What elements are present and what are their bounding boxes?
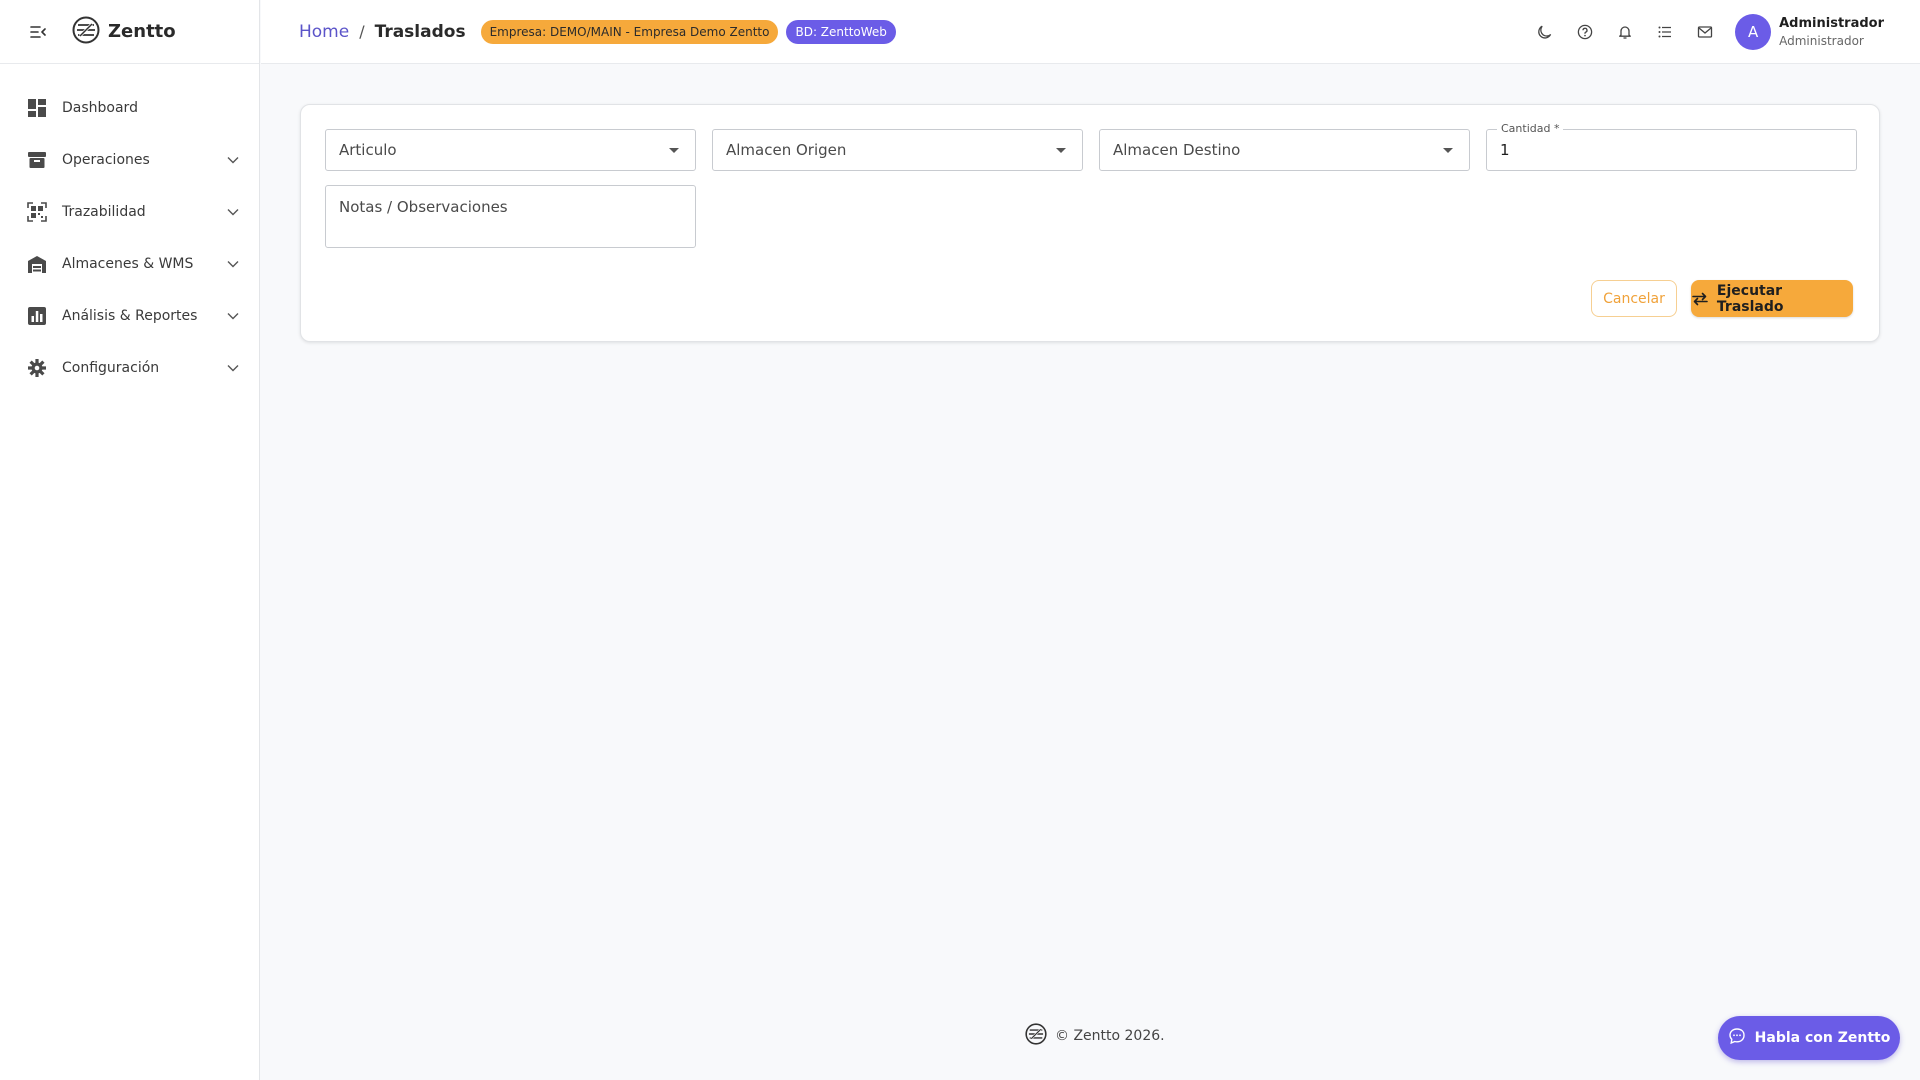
warehouse-icon <box>26 253 48 275</box>
user-name: Administrador <box>1779 16 1884 31</box>
footer: © Zentto 2026. <box>1025 1023 1165 1049</box>
cantidad-field[interactable]: Cantidad * 1 <box>1486 122 1857 171</box>
zentto-logo-icon <box>1025 1023 1047 1049</box>
chevron-down-icon <box>225 152 241 168</box>
bar-chart-icon <box>26 305 48 327</box>
user-role: Administrador <box>1779 34 1864 48</box>
sidebar-item-configuracion[interactable]: Configuración <box>0 342 259 394</box>
list-icon[interactable] <box>1645 12 1685 52</box>
collapse-menu-icon[interactable] <box>28 22 48 42</box>
sidebar-item-almacenes[interactable]: Almacenes & WMS <box>0 238 259 290</box>
chat-button[interactable]: Habla con Zentto <box>1718 1016 1900 1060</box>
almacen-origen-select[interactable]: Almacen Origen <box>712 129 1083 171</box>
cancel-button[interactable]: Cancelar <box>1591 280 1677 317</box>
cantidad-label: Cantidad * <box>1497 122 1564 135</box>
gear-icon <box>26 357 48 379</box>
cantidad-value: 1 <box>1500 141 1510 159</box>
dropdown-arrow-icon <box>1443 147 1453 153</box>
brand-logo[interactable]: Zentto <box>72 16 176 48</box>
sidebar-nav: Dashboard Operaciones Trazabilidad Almac… <box>0 64 259 394</box>
transfer-form-card: Articulo Almacen Origen Almacen Destino … <box>300 104 1880 342</box>
dropdown-arrow-icon <box>669 147 679 153</box>
sidebar-item-label: Configuración <box>62 360 160 376</box>
sidebar-item-label: Almacenes & WMS <box>62 256 194 272</box>
sidebar-item-dashboard[interactable]: Dashboard <box>0 82 259 134</box>
archive-box-icon <box>26 149 48 171</box>
sidebar: Zentto Dashboard Operaciones Trazabilida… <box>0 0 260 1080</box>
page-title: Traslados <box>374 21 466 42</box>
sidebar-item-trazabilidad[interactable]: Trazabilidad <box>0 186 259 238</box>
top-actions: A Administrador Administrador <box>1525 0 1920 64</box>
dropdown-arrow-icon <box>1056 147 1066 153</box>
app-name: Zentto <box>108 21 176 42</box>
execute-transfer-button[interactable]: Ejecutar Traslado <box>1691 280 1853 317</box>
mail-icon[interactable] <box>1685 12 1725 52</box>
chevron-down-icon <box>225 360 241 376</box>
database-badge: BD: ZenttoWeb <box>786 19 896 44</box>
almacen-origen-label: Almacen Origen <box>726 141 847 159</box>
footer-copyright: © Zentto 2026. <box>1055 1028 1165 1044</box>
bell-icon[interactable] <box>1605 12 1645 52</box>
moon-icon[interactable] <box>1525 12 1565 52</box>
breadcrumb-separator: / <box>359 22 365 41</box>
avatar[interactable]: A <box>1735 14 1772 50</box>
top-bar: Home / Traslados Empresa: DEMO/MAIN - Em… <box>261 0 1920 64</box>
almacen-destino-label: Almacen Destino <box>1113 141 1241 159</box>
chat-button-label: Habla con Zentto <box>1754 1030 1891 1046</box>
help-icon[interactable] <box>1565 12 1605 52</box>
chevron-down-icon <box>225 256 241 272</box>
swap-arrows-icon <box>1691 290 1709 308</box>
sidebar-item-label: Análisis & Reportes <box>62 308 198 324</box>
zentto-logo-icon <box>72 16 100 48</box>
sidebar-item-label: Trazabilidad <box>62 204 146 220</box>
sidebar-item-analisis[interactable]: Análisis & Reportes <box>0 290 259 342</box>
chevron-down-icon <box>225 204 241 220</box>
chat-bubble-icon <box>1728 1027 1746 1049</box>
qr-scan-icon <box>26 201 48 223</box>
articulo-select-label: Articulo <box>339 141 397 159</box>
notas-textarea[interactable]: Notas / Observaciones <box>325 185 696 248</box>
chevron-down-icon <box>225 308 241 324</box>
sidebar-item-operaciones[interactable]: Operaciones <box>0 134 259 186</box>
articulo-select[interactable]: Articulo <box>325 129 696 171</box>
breadcrumb-home-link[interactable]: Home <box>299 22 349 42</box>
sidebar-header: Zentto <box>0 0 259 64</box>
execute-transfer-label: Ejecutar Traslado <box>1716 282 1784 315</box>
breadcrumb: Home / Traslados <box>299 22 466 42</box>
company-badge: Empresa: DEMO/MAIN - Empresa Demo Zentto <box>480 19 779 44</box>
almacen-destino-select[interactable]: Almacen Destino <box>1099 129 1470 171</box>
sidebar-item-label: Operaciones <box>62 152 150 168</box>
user-info[interactable]: Administrador Administrador <box>1779 16 1884 48</box>
sidebar-item-label: Dashboard <box>62 100 138 116</box>
dashboard-icon <box>26 97 48 119</box>
